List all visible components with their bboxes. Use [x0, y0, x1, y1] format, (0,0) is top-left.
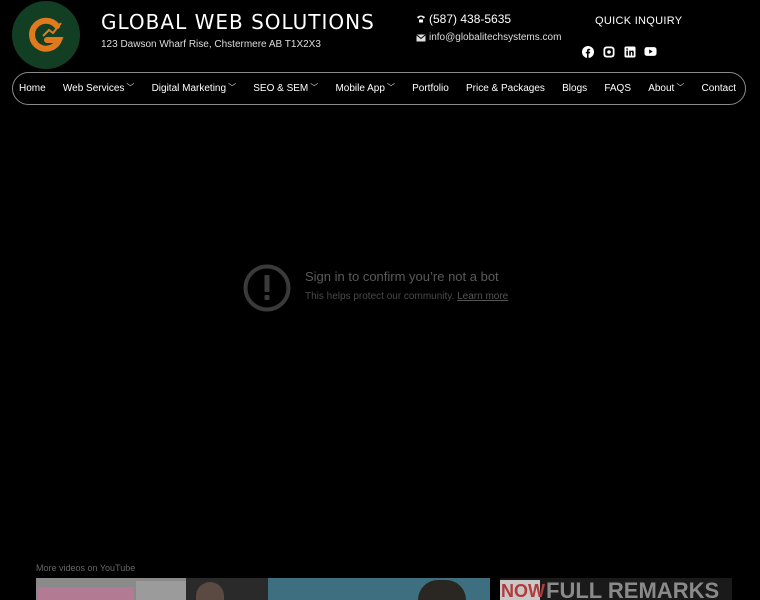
nav-price-packages[interactable]: Price & Packages — [466, 83, 545, 94]
nav-label: Web Services — [62, 83, 125, 94]
signin-subtitle: This helps protect our community. Learn … — [305, 291, 508, 302]
nav-label: SEO & SEM — [253, 83, 309, 94]
nav-label: Digital Marketing — [151, 83, 227, 94]
chevron-down-icon: ﹀ — [676, 83, 685, 92]
chevron-down-icon: ﹀ — [228, 83, 237, 92]
site-address: 123 Dawson Wharf Rise, Chstermere AB T1X… — [101, 39, 321, 50]
video-thumbnail[interactable] — [186, 578, 268, 600]
instagram-icon[interactable] — [602, 45, 615, 58]
exclamation-circle-icon — [243, 264, 291, 312]
phone-icon — [417, 15, 425, 23]
phone-number[interactable]: (587) 438-5635 — [429, 12, 511, 26]
youtube-icon[interactable] — [644, 45, 657, 58]
nav-label: Portfolio — [412, 83, 449, 94]
more-videos-strip: NOW FULL REMARKS — [36, 578, 732, 600]
nav-label: Contact — [701, 83, 736, 94]
nav-web-services[interactable]: Web Services ﹀ — [63, 83, 135, 94]
logo-g-mark-icon — [29, 17, 64, 52]
nav-faqs[interactable]: FAQS — [604, 83, 631, 94]
facebook-icon[interactable] — [581, 45, 594, 58]
chevron-down-icon: ﹀ — [310, 83, 319, 92]
nav-seo-sem[interactable]: SEO & SEM ﹀ — [253, 83, 318, 94]
nav-digital-marketing[interactable]: Digital Marketing ﹀ — [152, 83, 236, 94]
site-header: GLOBAL WEB SOLUTIONS 123 Dawson Wharf Ri… — [0, 0, 760, 72]
email-contact[interactable]: info@globalitechsystems.com — [416, 32, 561, 43]
nav-label: Price & Packages — [466, 83, 545, 94]
signin-title: Sign in to confirm you’re not a bot — [305, 269, 499, 284]
linkedin-icon[interactable] — [623, 45, 636, 58]
video-thumbnail[interactable]: NOW FULL REMARKS — [500, 578, 732, 600]
signin-subtitle-text: This helps protect our community. — [305, 291, 455, 302]
quick-inquiry-button[interactable]: QUICK INQUIRY — [595, 15, 682, 27]
nav-blogs[interactable]: Blogs — [562, 83, 587, 94]
nav-label: About — [648, 83, 675, 94]
site-title[interactable]: GLOBAL WEB SOLUTIONS — [101, 10, 375, 34]
nav-label: Home — [19, 83, 46, 94]
phone-contact[interactable]: (587) 438-5635 — [416, 12, 511, 26]
learn-more-link[interactable]: Learn more — [457, 291, 508, 302]
chevron-down-icon: ﹀ — [386, 83, 395, 92]
social-links — [581, 45, 657, 58]
nav-mobile-app[interactable]: Mobile App ﹀ — [335, 83, 394, 94]
thumbnail-text-now: NOW — [501, 581, 545, 600]
nav-contact[interactable]: Contact — [702, 83, 736, 94]
main-navigation: Home Web Services ﹀ Digital Marketing ﹀ SE… — [12, 72, 746, 105]
more-videos-label: More videos on YouTube — [36, 563, 136, 573]
chevron-down-icon: ﹀ — [126, 83, 135, 92]
nav-about[interactable]: About ﹀ — [648, 83, 684, 94]
thumbnail-text-remarks: FULL REMARKS — [546, 578, 720, 600]
nav-label: Blogs — [562, 83, 588, 94]
video-thumbnail[interactable] — [36, 578, 186, 600]
nav-label: FAQS — [604, 83, 632, 94]
nav-label: Mobile App — [335, 83, 385, 94]
brand-logo[interactable] — [12, 1, 80, 69]
nav-portfolio[interactable]: Portfolio — [412, 83, 449, 94]
video-thumbnail[interactable] — [268, 578, 490, 600]
email-address[interactable]: info@globalitechsystems.com — [429, 32, 561, 43]
nav-home[interactable]: Home — [19, 83, 46, 94]
envelope-icon — [416, 33, 426, 41]
